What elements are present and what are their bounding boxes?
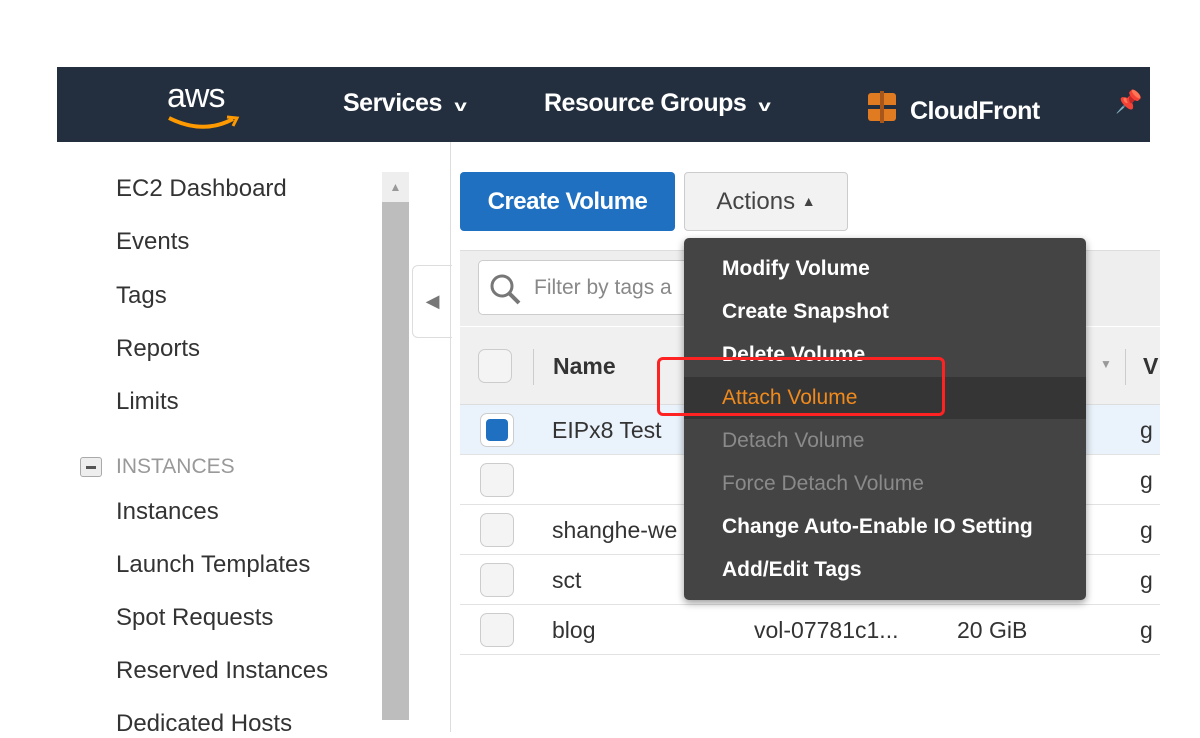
divider <box>450 142 451 732</box>
cell-name: EIPx8 Test <box>552 417 662 443</box>
top-nav: aws Services v Resource Groups v CloudFron… <box>57 67 1150 142</box>
sidebar-item-events[interactable]: Events <box>116 228 189 256</box>
resource-groups-label: Resource Groups <box>544 89 747 117</box>
collapse-section-icon[interactable] <box>80 457 102 477</box>
highlight-annotation <box>657 357 945 416</box>
cell-volume-id: vol-07781c1... <box>754 617 899 643</box>
cell-volume-type: g <box>1140 467 1153 493</box>
cell-name: sct <box>552 567 582 593</box>
chevron-down-icon: v <box>758 98 772 115</box>
actions-dropdown-menu: Modify Volume Create Snapshot Delete Volum… <box>684 238 1086 600</box>
cell-volume-type: g <box>1140 417 1153 443</box>
cloudfront-shortcut[interactable]: CloudFront <box>864 89 1040 126</box>
cell-name: blog <box>552 617 596 643</box>
menu-item-add-edit-tags[interactable]: Add/Edit Tags <box>684 549 1086 591</box>
row-checkbox[interactable] <box>480 463 514 497</box>
chevron-up-icon: ▲ <box>801 193 816 209</box>
sidebar-item-ec2-dashboard[interactable]: EC2 Dashboard <box>116 175 287 203</box>
services-label: Services <box>343 89 442 117</box>
cloudfront-label: CloudFront <box>910 97 1040 125</box>
sidebar-scrollbar[interactable] <box>382 172 409 720</box>
sidebar-item-launch-templates[interactable]: Launch Templates <box>116 551 310 579</box>
menu-item-change-auto-enable-io-setting[interactable]: Change Auto-Enable IO Setting <box>684 506 1086 548</box>
row-checkbox[interactable] <box>480 513 514 547</box>
sort-icon[interactable]: ▼ <box>1100 357 1112 371</box>
section-header-instances: INSTANCES <box>116 455 235 478</box>
actions-button[interactable]: Actions ▲ <box>684 172 848 231</box>
row-checkbox[interactable] <box>480 613 514 647</box>
cloudfront-icon <box>866 91 898 123</box>
filter-placeholder: Filter by tags a <box>534 276 672 299</box>
cell-volume-type: g <box>1140 567 1153 593</box>
menu-item-detach-volume: Detach Volume <box>722 429 865 452</box>
select-all-checkbox[interactable] <box>478 349 512 383</box>
sidebar-item-instances[interactable]: Instances <box>116 498 219 526</box>
search-icon <box>490 274 521 305</box>
cell-size: 20 GiB <box>957 617 1028 643</box>
cell-volume-type: g <box>1140 517 1153 543</box>
cell-name: shanghe-we <box>552 517 678 543</box>
sidebar-item-reserved-instances[interactable]: Reserved Instances <box>116 657 328 685</box>
checked-icon <box>486 419 508 441</box>
divider <box>1125 349 1126 385</box>
sidebar-item-limits[interactable]: Limits <box>116 388 179 416</box>
actions-label: Actions <box>716 188 796 215</box>
column-header-name[interactable]: Name <box>553 353 616 380</box>
services-menu[interactable]: Services v <box>343 89 467 118</box>
collapse-sidebar-button[interactable]: ◀ <box>412 265 452 338</box>
menu-item-modify-volume[interactable]: Modify Volume <box>684 248 1086 290</box>
row-checkbox[interactable] <box>480 563 514 597</box>
pin-icon[interactable]: 📌 <box>1115 89 1142 115</box>
sidebar-item-dedicated-hosts[interactable]: Dedicated Hosts <box>116 710 292 738</box>
table-row[interactable]: blog vol-07781c1... 20 GiB g <box>460 605 1160 655</box>
cell-volume-type: g <box>1140 617 1153 643</box>
menu-item-create-snapshot[interactable]: Create Snapshot <box>684 291 1086 333</box>
column-header-truncated[interactable]: V <box>1143 353 1158 380</box>
row-checkbox[interactable] <box>480 413 514 447</box>
divider <box>533 349 534 385</box>
aws-smile-icon <box>168 115 240 129</box>
resource-groups-menu[interactable]: Resource Groups v <box>544 89 772 118</box>
chevron-down-icon: v <box>454 98 467 115</box>
scroll-up-icon[interactable]: ▲ <box>382 172 409 202</box>
sidebar-item-tags[interactable]: Tags <box>116 282 167 310</box>
sidebar-item-reports[interactable]: Reports <box>116 335 200 363</box>
menu-item-force-detach-volume: Force Detach Volume <box>722 472 924 495</box>
aws-logo[interactable]: aws <box>167 77 225 116</box>
sidebar-item-spot-requests[interactable]: Spot Requests <box>116 604 273 632</box>
create-volume-button[interactable]: Create Volume <box>460 172 675 231</box>
